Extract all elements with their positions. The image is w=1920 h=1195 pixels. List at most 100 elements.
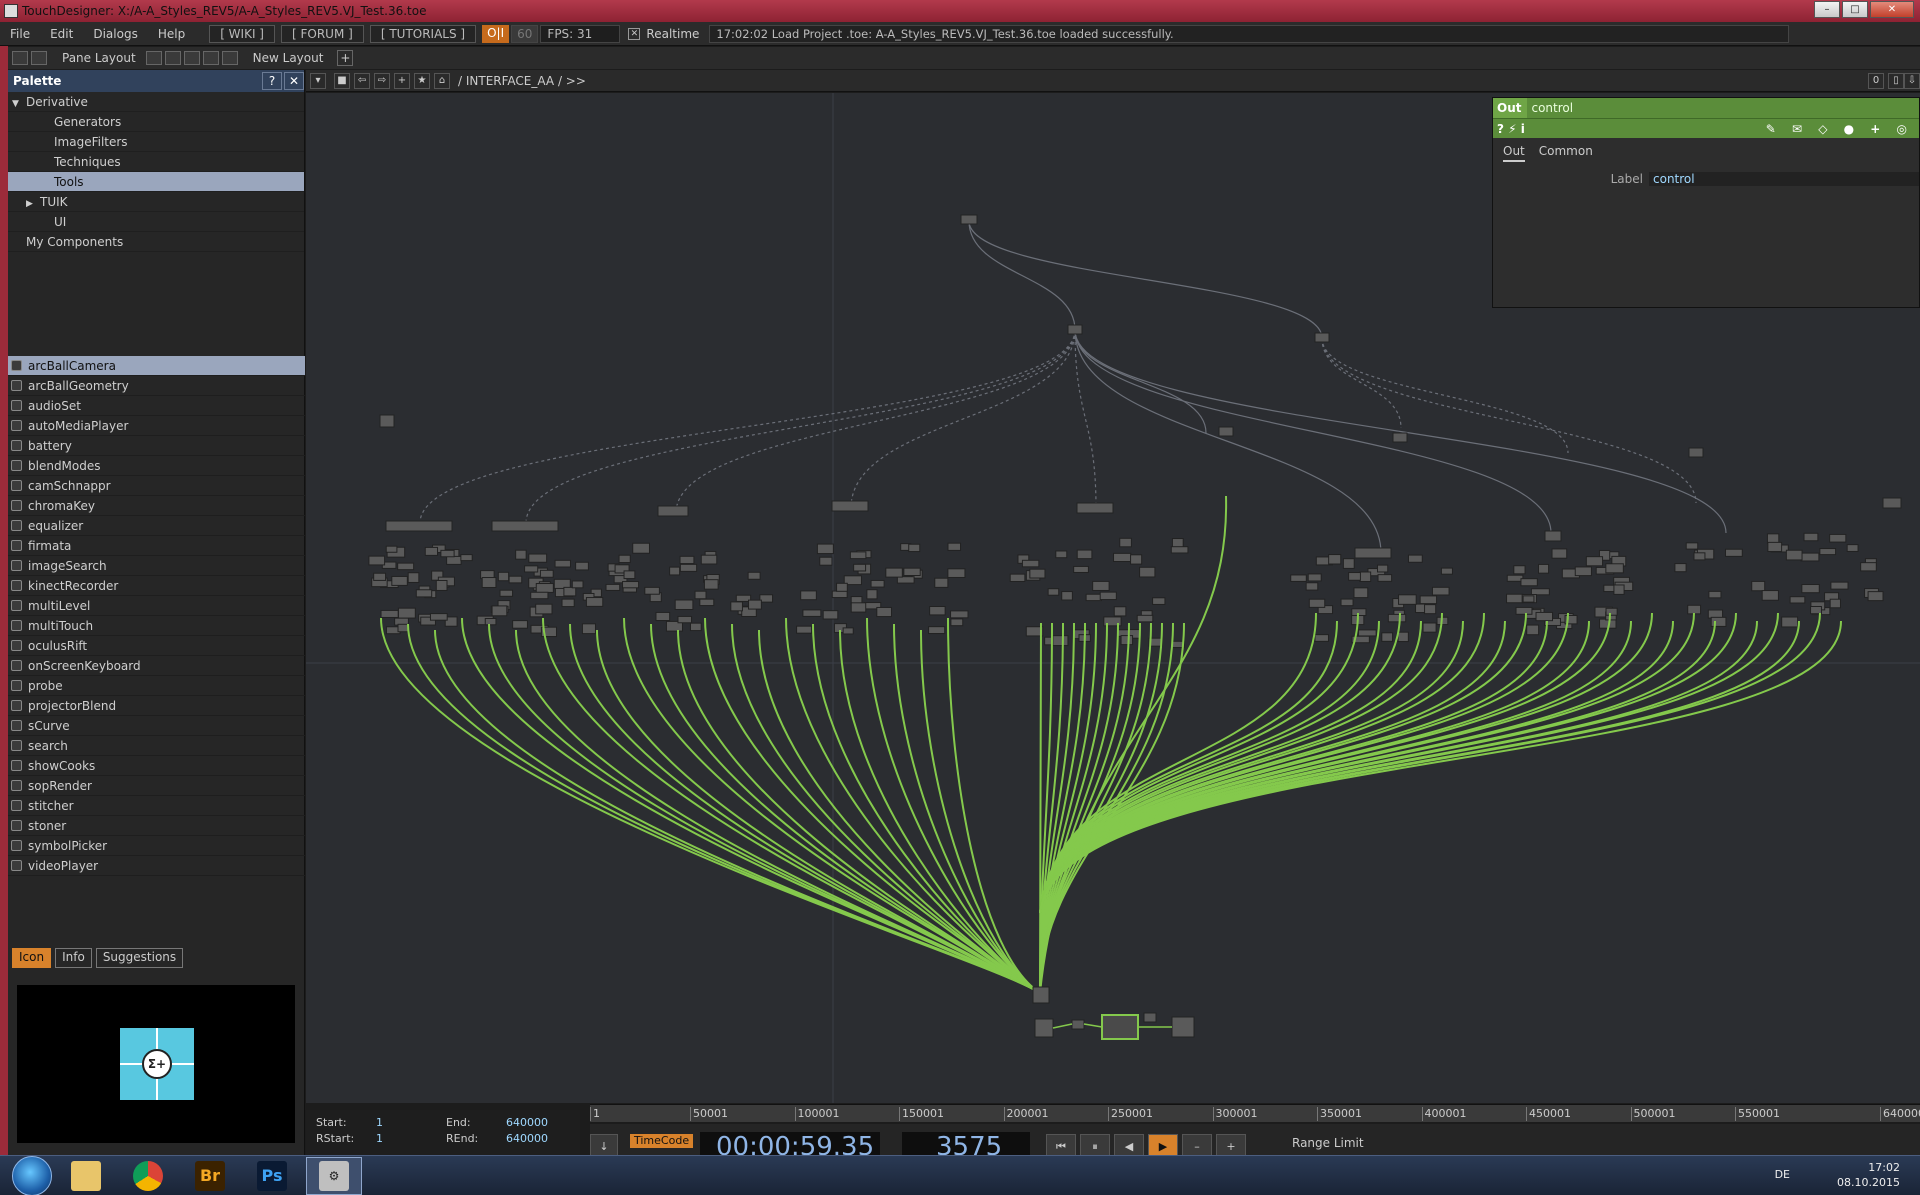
rstart-value[interactable]: 1	[376, 1132, 383, 1145]
menu-dialogs[interactable]: Dialogs	[83, 27, 147, 41]
operator-node[interactable]	[429, 613, 448, 621]
menu-file[interactable]: File	[0, 27, 40, 41]
component-item[interactable]: battery	[8, 436, 305, 456]
fps-target[interactable]: 60	[511, 24, 539, 43]
close-window-button[interactable]: ✕	[1870, 1, 1914, 18]
operator-node[interactable]	[561, 598, 575, 608]
operator-node[interactable]	[1308, 598, 1326, 608]
operator-node[interactable]	[1067, 324, 1083, 335]
palette-help-button[interactable]: ?	[262, 72, 282, 90]
start-button[interactable]	[12, 1155, 52, 1195]
home-icon[interactable]: ⌂	[434, 72, 450, 89]
operator-node[interactable]	[853, 563, 867, 572]
operator-node[interactable]	[484, 617, 497, 626]
operator-node[interactable]	[1440, 567, 1453, 575]
operator-node[interactable]	[1708, 590, 1722, 599]
menu-edit[interactable]: Edit	[40, 27, 83, 41]
component-item[interactable]: symbolPicker	[8, 836, 305, 856]
component-item[interactable]: imageSearch	[8, 556, 305, 576]
operator-node[interactable]	[1314, 332, 1330, 343]
operator-node[interactable]	[1674, 563, 1687, 573]
operator-node[interactable]	[1710, 616, 1727, 627]
operator-node[interactable]	[1340, 598, 1354, 607]
operator-node[interactable]	[655, 611, 671, 622]
operator-node[interactable]	[1419, 595, 1438, 605]
operator-node[interactable]	[850, 602, 867, 613]
operator-node[interactable]	[1526, 624, 1540, 636]
operator-node[interactable]	[1139, 566, 1156, 578]
operator-node[interactable]	[1307, 573, 1322, 582]
chevron-down-icon[interactable]: ▼	[12, 94, 26, 114]
operator-node[interactable]	[1398, 594, 1417, 605]
forum-button[interactable]: [ FORUM ]	[281, 24, 364, 43]
operator-node[interactable]	[1829, 598, 1841, 609]
operator-node[interactable]	[1574, 566, 1592, 577]
control-out-node[interactable]	[1101, 1014, 1139, 1040]
operator-node[interactable]	[1422, 622, 1437, 633]
operator-node[interactable]	[1052, 635, 1069, 647]
operator-node[interactable]	[1829, 533, 1847, 543]
add-layout-button[interactable]: +	[337, 50, 354, 66]
rend-value[interactable]: 640000	[506, 1132, 548, 1145]
operator-node[interactable]	[1085, 593, 1103, 602]
operator-node[interactable]	[903, 567, 921, 577]
operator-node[interactable]	[1314, 634, 1329, 642]
operator-node[interactable]	[849, 551, 867, 560]
component-item[interactable]: autoMediaPlayer	[8, 416, 305, 436]
operator-node[interactable]	[1359, 571, 1372, 582]
component-item[interactable]: onScreenKeyboard	[8, 656, 305, 676]
operator-node[interactable]	[391, 575, 408, 586]
operator-node[interactable]	[934, 577, 949, 588]
operator-node[interactable]	[1522, 595, 1535, 603]
operator-node[interactable]	[1535, 611, 1554, 622]
operator-node[interactable]	[440, 549, 455, 558]
operator-node[interactable]	[1113, 606, 1127, 617]
operator-node[interactable]	[1021, 559, 1040, 568]
operator-node[interactable]	[1387, 613, 1407, 623]
component-item[interactable]: stoner	[8, 816, 305, 836]
operator-node[interactable]	[1407, 554, 1423, 563]
operator-node[interactable]	[1767, 541, 1783, 552]
minimize-button[interactable]: –	[1814, 1, 1840, 18]
help-icon[interactable]: ? ⚡ i	[1497, 122, 1525, 136]
operator-node[interactable]	[1218, 426, 1234, 437]
palette-tree-item[interactable]: ▼ Derivative	[8, 92, 304, 112]
component-item[interactable]: search	[8, 736, 305, 756]
pane-icon[interactable]	[31, 51, 47, 65]
palette-close-button[interactable]: ✕	[284, 72, 304, 90]
operator-node[interactable]	[928, 626, 946, 635]
operator-node[interactable]	[816, 543, 834, 555]
back-icon[interactable]: ⇦	[354, 72, 370, 89]
operator-node[interactable]	[896, 576, 915, 584]
operator-node[interactable]	[1377, 564, 1389, 573]
operator-node[interactable]	[1119, 537, 1132, 548]
operator-node[interactable]	[700, 554, 718, 565]
operator-node[interactable]	[1431, 586, 1450, 596]
operator-node[interactable]	[1766, 533, 1780, 544]
operator-node[interactable]	[385, 520, 453, 532]
operator-node[interactable]	[1867, 591, 1884, 602]
operator-node[interactable]	[1076, 549, 1093, 560]
operator-node[interactable]	[1789, 596, 1806, 604]
operator-node[interactable]	[1819, 548, 1837, 556]
operator-node[interactable]	[1803, 532, 1819, 542]
taskbar-touchdesigner[interactable]: ⚙	[306, 1156, 362, 1195]
operator-node[interactable]	[1328, 554, 1342, 565]
component-item[interactable]: multiTouch	[8, 616, 305, 636]
operator-node[interactable]	[1055, 550, 1068, 559]
operator-node[interactable]	[1882, 497, 1902, 509]
component-item[interactable]: oculusRift	[8, 636, 305, 656]
operator-node[interactable]	[1513, 565, 1526, 575]
operator-node[interactable]	[866, 589, 878, 600]
operator-node[interactable]	[1751, 580, 1766, 592]
component-item[interactable]: sopRender	[8, 776, 305, 796]
operator-node[interactable]	[380, 609, 399, 618]
operator-node[interactable]	[960, 214, 978, 225]
realtime-checkbox[interactable]: ✕	[628, 27, 641, 40]
operator-node[interactable]	[368, 555, 386, 566]
palette-tree-item[interactable]: ▶ TUIK	[8, 192, 304, 212]
operator-node[interactable]	[397, 607, 416, 619]
operator-node[interactable]	[1143, 1012, 1157, 1023]
pane-split-icon[interactable]	[12, 51, 28, 65]
stop-icon[interactable]: ■	[334, 72, 350, 89]
